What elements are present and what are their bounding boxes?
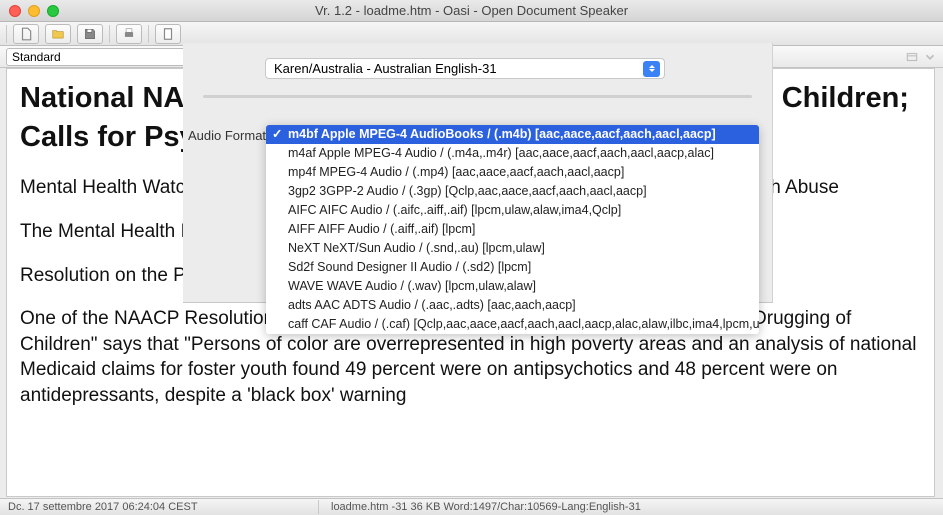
save-button[interactable] [77, 24, 103, 44]
audio-format-option[interactable]: 3gp2 3GPP-2 Audio / (.3gp) [Qclp,aac,aac… [266, 182, 759, 201]
status-docinfo: loadme.htm -31 36 KB Word:1497/Char:1056… [319, 501, 641, 513]
toolbar-separator [6, 25, 7, 43]
audio-format-option[interactable]: Sd2f Sound Designer II Audio / (.sd2) [l… [266, 258, 759, 277]
status-datetime: Dc. 17 settembre 2017 06:24:04 CEST [8, 501, 318, 513]
paragraph-style-select[interactable]: Standard ▾ [6, 48, 196, 66]
audio-format-option[interactable]: m4bf Apple MPEG-4 AudioBooks / (.m4b) [a… [266, 125, 759, 144]
audio-format-option[interactable]: adts AAC ADTS Audio / (.aac,.adts) [aac,… [266, 296, 759, 315]
paragraph-style-value: Standard [12, 50, 61, 64]
audio-format-option[interactable]: AIFC AIFC Audio / (.aifc,.aiff,.aif) [lp… [266, 201, 759, 220]
dropdown-icon[interactable] [905, 50, 919, 64]
audio-format-dropdown[interactable]: m4bf Apple MPEG-4 AudioBooks / (.m4b) [a… [266, 125, 759, 334]
audio-format-option[interactable]: WAVE WAVE Audio / (.wav) [lpcm,ulaw,alaw… [266, 277, 759, 296]
printer-icon [122, 27, 136, 41]
audio-format-option[interactable]: AIFF AIFF Audio / (.aiff,.aif) [lpcm] [266, 220, 759, 239]
chevron-down-icon[interactable] [923, 50, 937, 64]
document-view-button[interactable] [155, 24, 181, 44]
voice-select[interactable]: Karen/Australia - Australian English-31 [265, 58, 665, 79]
toolbar-separator [148, 25, 149, 43]
select-stepper-icon [643, 61, 660, 77]
audio-format-option[interactable]: mp4f MPEG-4 Audio / (.mp4) [aac,aace,aac… [266, 163, 759, 182]
folder-icon [51, 27, 65, 41]
audio-format-label: Audio Format [188, 128, 266, 143]
titlebar: Vr. 1.2 - loadme.htm - Oasi - Open Docum… [0, 0, 943, 22]
audio-format-option[interactable]: m4af Apple MPEG-4 Audio / (.m4a,.m4r) [a… [266, 144, 759, 163]
audio-format-option[interactable]: caff CAF Audio / (.caf) [Qclp,aac,aace,a… [266, 315, 759, 334]
new-doc-button[interactable] [13, 24, 39, 44]
audio-format-option[interactable]: NeXT NeXT/Sun Audio / (.snd,.au) [lpcm,u… [266, 239, 759, 258]
document-icon [19, 27, 33, 41]
voice-select-value: Karen/Australia - Australian English-31 [274, 61, 497, 76]
statusbar: Dc. 17 settembre 2017 06:24:04 CEST load… [0, 498, 943, 515]
stylebar-right-icons [905, 50, 937, 64]
toolbar-separator [109, 25, 110, 43]
print-button[interactable] [116, 24, 142, 44]
window-title: Vr. 1.2 - loadme.htm - Oasi - Open Docum… [0, 3, 943, 18]
speed-slider[interactable] [203, 95, 752, 98]
page-icon [161, 27, 175, 41]
open-button[interactable] [45, 24, 71, 44]
floppy-icon [83, 27, 97, 41]
